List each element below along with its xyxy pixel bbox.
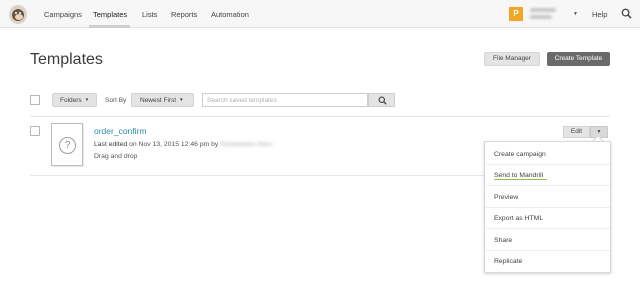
select-all-checkbox[interactable] bbox=[30, 95, 40, 105]
nav-campaigns[interactable]: Campaigns bbox=[44, 10, 82, 19]
menu-divider bbox=[485, 207, 610, 208]
sort-value: Newest First bbox=[140, 97, 177, 104]
help-link[interactable]: Help bbox=[592, 10, 607, 19]
folders-dropdown[interactable]: Folders ▼ bbox=[52, 93, 97, 107]
template-row-checkbox[interactable] bbox=[30, 126, 40, 136]
folders-label: Folders bbox=[60, 97, 82, 104]
page: Campaigns Templates Lists Reports Automa… bbox=[0, 0, 640, 300]
search-icon bbox=[378, 96, 387, 105]
question-icon: ? bbox=[59, 137, 76, 154]
nav-lists[interactable]: Lists bbox=[142, 10, 157, 19]
search-button[interactable] bbox=[368, 93, 395, 107]
nav-automation[interactable]: Automation bbox=[211, 10, 249, 19]
template-name-link[interactable]: order_confirm bbox=[94, 126, 146, 136]
create-template-button[interactable]: Create Template bbox=[547, 52, 610, 66]
search-templates-input[interactable] bbox=[202, 93, 368, 107]
sort-by-label: Sort By bbox=[105, 97, 127, 104]
nav-reports[interactable]: Reports bbox=[171, 10, 197, 19]
menu-divider bbox=[485, 228, 610, 229]
template-thumbnail[interactable]: ? bbox=[51, 123, 83, 166]
list-divider-bottom bbox=[30, 175, 484, 176]
menu-divider bbox=[485, 164, 610, 165]
menu-item-replicate[interactable]: Replicate bbox=[494, 258, 522, 265]
template-actions-menu: Create campaign Send to Mandrill Preview… bbox=[484, 141, 611, 273]
template-type: Drag and drop bbox=[94, 153, 138, 160]
file-manager-button[interactable]: File Manager bbox=[484, 52, 540, 66]
last-edited-label: Last edited bbox=[94, 141, 128, 148]
template-last-edited: Last edited on Nov 13, 2015 12:46 pm by … bbox=[94, 141, 272, 148]
menu-item-export-html[interactable]: Export as HTML bbox=[494, 215, 543, 222]
search-icon[interactable] bbox=[621, 8, 632, 19]
menu-divider bbox=[485, 250, 610, 251]
account-chevron-down-icon[interactable]: ▼ bbox=[573, 11, 578, 17]
chevron-down-icon: ▼ bbox=[84, 97, 90, 102]
sort-dropdown[interactable]: Newest First ▼ bbox=[131, 93, 194, 107]
menu-divider bbox=[485, 185, 610, 186]
edit-button[interactable]: Edit bbox=[563, 126, 590, 138]
account-name-redacted[interactable] bbox=[530, 8, 556, 12]
list-divider-top bbox=[30, 116, 610, 117]
last-edited-date: on Nov 13, 2015 12:46 pm by bbox=[129, 141, 219, 148]
editor-name-redacted: Xxxxxxxxxx Xxxx bbox=[220, 141, 272, 148]
menu-item-share[interactable]: Share bbox=[494, 237, 512, 244]
nav-templates[interactable]: Templates bbox=[93, 10, 127, 19]
menu-item-send-to-mandrill[interactable]: Send to Mandrill bbox=[494, 172, 543, 179]
nav-active-indicator bbox=[89, 25, 130, 28]
account-subname-redacted bbox=[530, 15, 552, 19]
menu-item-create-campaign[interactable]: Create campaign bbox=[494, 151, 546, 158]
chevron-down-icon: ▼ bbox=[179, 97, 184, 102]
menu-item-preview[interactable]: Preview bbox=[494, 194, 518, 201]
account-avatar[interactable]: P bbox=[509, 7, 523, 21]
page-title: Templates bbox=[30, 51, 103, 68]
menu-item-highlight bbox=[494, 179, 547, 180]
top-nav: Campaigns Templates Lists Reports Automa… bbox=[0, 0, 640, 28]
mailchimp-logo-icon[interactable] bbox=[9, 5, 27, 24]
